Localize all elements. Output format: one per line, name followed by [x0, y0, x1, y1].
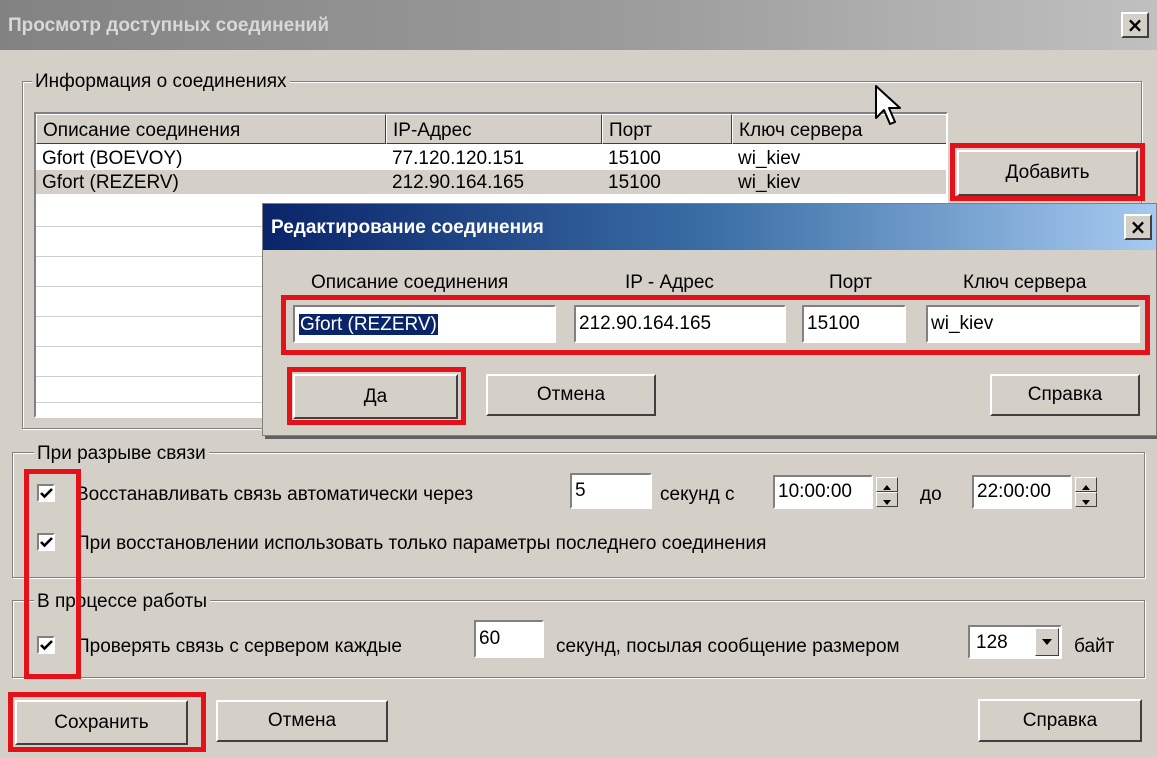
- arrow-down-icon: [883, 500, 891, 505]
- main-close-button[interactable]: ×: [1121, 12, 1149, 38]
- message-size-value: 128: [976, 632, 1008, 653]
- row-divider: [36, 346, 272, 347]
- column-header-port[interactable]: Порт: [602, 114, 732, 144]
- description-selected-text: Gfort (REZERV): [299, 314, 438, 335]
- cancel-button[interactable]: Отмена: [216, 700, 388, 742]
- ip-field-label: IP - Адрес: [625, 272, 714, 293]
- chevron-down-icon: [1042, 639, 1052, 645]
- save-button[interactable]: Сохранить: [15, 700, 188, 745]
- edit-connection-dialog: Редактирование соединения × Описание сое…: [262, 203, 1157, 436]
- spin-down-icon[interactable]: [876, 492, 898, 507]
- table-row[interactable]: Gfort (BOEVOY) 77.120.120.151 15100 wi_k…: [36, 146, 946, 170]
- message-size-label: секунд, посылая сообщение размером: [556, 636, 900, 657]
- help-button[interactable]: Справка: [978, 699, 1142, 742]
- checkmark-icon: [40, 537, 53, 548]
- reconnect-seconds-input[interactable]: [570, 473, 652, 509]
- column-header-label: IP-Адрес: [393, 120, 472, 141]
- edit-close-button[interactable]: ×: [1124, 214, 1152, 240]
- spin-up-icon[interactable]: [1075, 477, 1097, 492]
- row-divider: [36, 286, 272, 287]
- edit-dialog-title: Редактирование соединения: [271, 217, 544, 238]
- description-field-label: Описание соединения: [311, 272, 509, 293]
- checkmark-icon: [40, 640, 53, 651]
- seconds-from-label: секунд с: [660, 484, 735, 505]
- close-icon: ×: [1126, 13, 1144, 37]
- port-field-label: Порт: [829, 272, 873, 293]
- column-header-ip[interactable]: IP-Адрес: [386, 114, 602, 144]
- row-divider: [36, 376, 272, 377]
- edit-help-button[interactable]: Справка: [990, 374, 1140, 416]
- cell-port: 15100: [608, 172, 661, 193]
- checkmark-icon: [40, 488, 53, 499]
- check-interval-input[interactable]: [474, 620, 544, 658]
- ok-button[interactable]: Да: [293, 374, 458, 419]
- cell-ip: 212.90.164.165: [392, 172, 525, 193]
- spin-down-icon[interactable]: [1075, 492, 1097, 507]
- spin-up-icon[interactable]: [876, 477, 898, 492]
- work-group-legend: В процессе работы: [34, 592, 210, 611]
- edit-dialog-title-bar[interactable]: Редактирование соединения: [263, 204, 1156, 250]
- main-window-title: Просмотр доступных соединений: [8, 15, 330, 36]
- column-header-description[interactable]: Описание соединения: [36, 114, 386, 144]
- close-icon: ×: [1129, 215, 1147, 239]
- connections-group-legend: Информация о соединениях: [32, 72, 290, 91]
- cell-ip: 77.120.120.151: [392, 148, 525, 169]
- column-header-label: Описание соединения: [43, 120, 241, 141]
- key-field-label: Ключ сервера: [963, 272, 1087, 293]
- mouse-cursor-icon: [875, 85, 901, 125]
- cell-description: Gfort (BOEVOY): [42, 148, 183, 169]
- cell-description: Gfort (REZERV): [42, 172, 179, 193]
- key-input[interactable]: [926, 305, 1140, 343]
- check-connection-checkbox[interactable]: [37, 636, 55, 654]
- auto-reconnect-label: Восстанавливать связь автоматически чере…: [76, 484, 474, 505]
- time-to-input[interactable]: [972, 475, 1072, 509]
- cell-key: wi_kiev: [738, 148, 801, 169]
- to-label: до: [920, 484, 942, 505]
- ip-input[interactable]: [574, 305, 786, 343]
- dropdown-button[interactable]: [1035, 628, 1059, 656]
- row-divider: [36, 316, 272, 317]
- last-params-label: При восстановлении использовать только п…: [76, 533, 767, 554]
- bytes-label: байт: [1074, 636, 1115, 657]
- arrow-down-icon: [1082, 500, 1090, 505]
- cell-port: 15100: [608, 148, 661, 169]
- auto-reconnect-checkbox[interactable]: [37, 484, 55, 502]
- add-connection-button[interactable]: Добавить: [957, 150, 1138, 196]
- table-row[interactable]: Gfort (REZERV) 212.90.164.165 15100 wi_k…: [36, 170, 946, 194]
- last-params-checkbox[interactable]: [37, 533, 55, 551]
- row-divider: [36, 226, 272, 227]
- main-title-bar[interactable]: Просмотр доступных соединений ×: [0, 0, 1157, 50]
- column-header-label: Ключ сервера: [739, 120, 863, 141]
- message-size-select[interactable]: 128: [968, 625, 1062, 659]
- description-input[interactable]: Gfort (REZERV): [293, 305, 556, 343]
- row-divider: [36, 402, 272, 403]
- edit-cancel-button[interactable]: Отмена: [486, 374, 656, 416]
- time-from-input[interactable]: [773, 475, 873, 509]
- row-divider: [36, 256, 272, 257]
- column-header-label: Порт: [609, 120, 653, 141]
- disconnect-group: [12, 452, 1145, 578]
- cell-key: wi_kiev: [738, 172, 801, 193]
- check-connection-label: Проверять связь с сервером каждые: [76, 636, 402, 657]
- column-header-key[interactable]: Ключ сервера: [732, 114, 946, 144]
- disconnect-group-legend: При разрыве связи: [34, 444, 209, 463]
- port-input[interactable]: [802, 305, 906, 343]
